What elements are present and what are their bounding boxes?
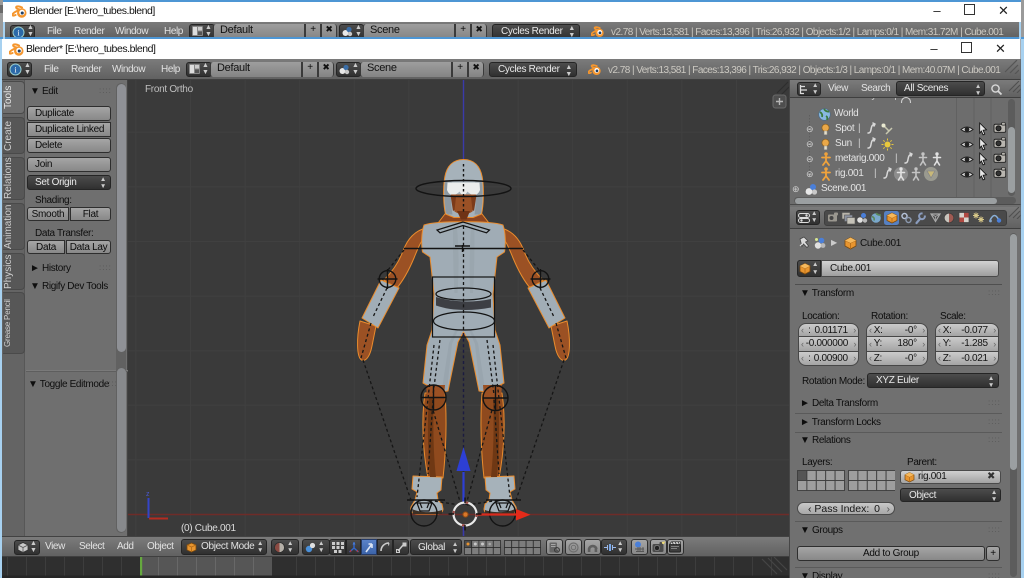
- svg-text:z: z: [146, 491, 150, 498]
- svg-text:(0) Cube.001: (0) Cube.001: [181, 523, 237, 534]
- svg-text:Front Ortho: Front Ortho: [145, 84, 194, 95]
